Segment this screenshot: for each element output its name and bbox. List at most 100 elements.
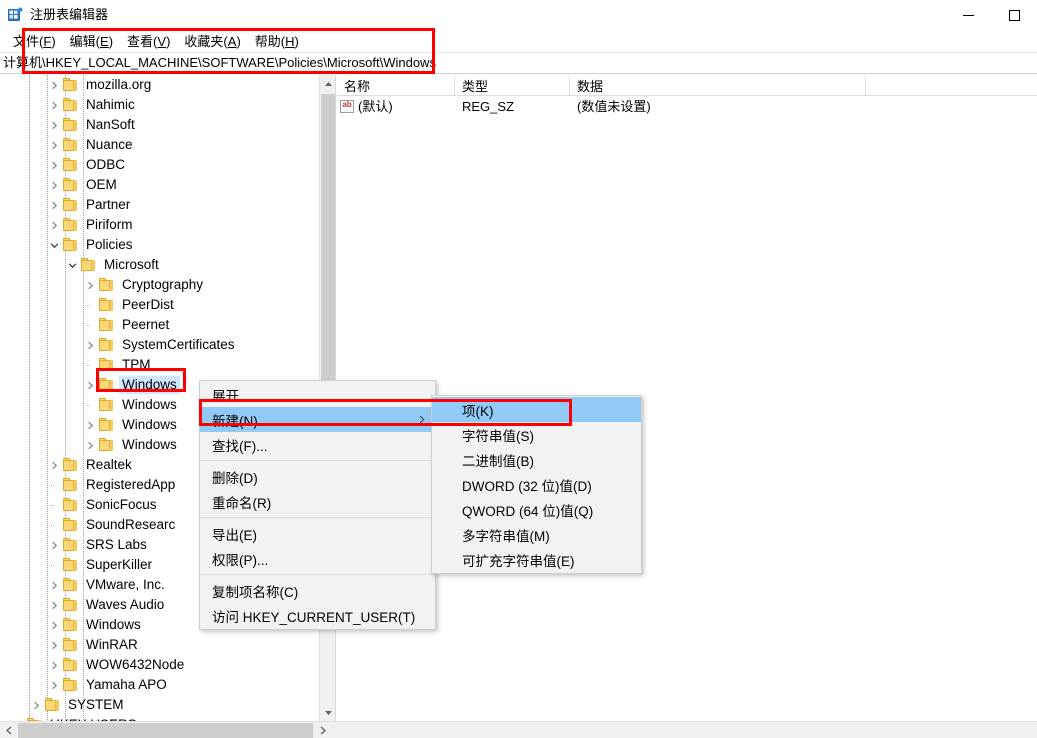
tree-item-label: ODBC [86, 157, 126, 172]
horizontal-scroll-thumb[interactable] [18, 723, 313, 738]
scroll-down-icon[interactable] [320, 704, 335, 721]
tree-item[interactable]: ODBC [0, 155, 320, 175]
scroll-up-icon[interactable] [320, 75, 335, 92]
address-bar[interactable]: 计算机\HKEY_LOCAL_MACHINE\SOFTWARE\Policies… [0, 52, 1037, 74]
tree-item[interactable]: SystemCertificates [0, 335, 320, 355]
submenu-item[interactable]: 可扩充字符串值(E) [432, 547, 641, 572]
folder-icon [62, 458, 79, 472]
tree-item[interactable]: PeerDist [0, 295, 320, 315]
chevron-right-icon[interactable] [82, 377, 98, 393]
column-header-name[interactable]: 名称 [337, 75, 455, 96]
chevron-right-icon[interactable] [82, 437, 98, 453]
column-header-type[interactable]: 类型 [455, 75, 570, 96]
chevron-right-icon[interactable] [46, 577, 62, 593]
tree-item-label: SonicFocus [86, 497, 157, 512]
submenu-item[interactable]: QWORD (64 位)值(Q) [432, 497, 641, 522]
folder-icon [62, 558, 79, 572]
tree-item[interactable]: Policies [0, 235, 320, 255]
tree-item-label: SystemCertificates [122, 337, 235, 352]
new-submenu[interactable]: 项(K) 字符串值(S) 二进制值(B) DWORD (32 位)值(D) QWORD … [431, 395, 642, 574]
chevron-right-icon[interactable] [46, 677, 62, 693]
context-menu-item[interactable]: 查找(F)... [200, 432, 435, 457]
scroll-right-icon[interactable] [314, 722, 331, 738]
submenu-item[interactable]: 项(K) [432, 397, 641, 422]
chevron-right-icon[interactable] [46, 537, 62, 553]
tree-item[interactable]: TPM [0, 355, 320, 375]
tree-item[interactable]: Yamaha APO [0, 675, 320, 695]
tree-item-label: Yamaha APO [86, 677, 167, 692]
tree-item[interactable]: Nahimic [0, 95, 320, 115]
chevron-right-icon[interactable] [46, 157, 62, 173]
folder-icon [62, 578, 79, 592]
tree-item-label: WOW6432Node [86, 657, 185, 672]
context-menu-item[interactable]: 新建(N) [200, 407, 435, 432]
chevron-right-icon[interactable] [46, 77, 62, 93]
chevron-right-icon[interactable] [46, 177, 62, 193]
submenu-item[interactable]: 二进制值(B) [432, 447, 641, 472]
folder-icon [62, 538, 79, 552]
chevron-right-icon[interactable] [46, 197, 62, 213]
tree-item[interactable]: WOW6432Node [0, 655, 320, 675]
chevron-right-icon[interactable] [82, 277, 98, 293]
chevron-right-icon[interactable] [46, 137, 62, 153]
chevron-right-icon[interactable] [46, 617, 62, 633]
chevron-right-icon[interactable] [46, 117, 62, 133]
column-header-data[interactable]: 数据 [570, 75, 866, 96]
context-menu-item-label: 访问 HKEY_CURRENT_USER(T) [212, 609, 416, 625]
chevron-right-icon[interactable] [82, 337, 98, 353]
values-header-row: 名称 类型 数据 [337, 75, 1037, 96]
folder-icon [80, 258, 97, 272]
context-menu-item[interactable]: 访问 HKEY_CURRENT_USER(T) [200, 603, 435, 628]
folder-icon [62, 638, 79, 652]
tree-item[interactable]: mozilla.org [0, 75, 320, 95]
maximize-button[interactable] [991, 0, 1037, 30]
chevron-down-icon[interactable] [64, 257, 80, 273]
submenu-item[interactable]: DWORD (32 位)值(D) [432, 472, 641, 497]
tree-item[interactable]: SYSTEM [0, 695, 320, 715]
tree-item[interactable]: Peernet [0, 315, 320, 335]
context-menu-item[interactable]: 复制项名称(C) [200, 578, 435, 603]
chevron-right-icon[interactable] [28, 697, 44, 713]
folder-icon [62, 478, 79, 492]
context-menu[interactable]: 展开 新建(N) 查找(F)... 删除(D) 重命名(R) 导出(E) 权限(P)... 复… [199, 380, 436, 630]
menu-help[interactable]: 帮助(H) [248, 32, 306, 51]
tree-item[interactable]: Cryptography [0, 275, 320, 295]
folder-icon [98, 358, 115, 372]
tree-item[interactable]: NanSoft [0, 115, 320, 135]
tree-item[interactable]: OEM [0, 175, 320, 195]
menu-file[interactable]: 文件(F) [6, 32, 63, 51]
submenu-item-label: 字符串值(S) [462, 428, 534, 444]
chevron-right-icon[interactable] [46, 457, 62, 473]
tree-item-label: Peernet [122, 317, 170, 332]
horizontal-scrollbar[interactable] [0, 721, 1037, 738]
chevron-down-icon[interactable] [46, 237, 62, 253]
menu-favorites[interactable]: 收藏夹(A) [177, 32, 247, 51]
chevron-right-icon[interactable] [46, 97, 62, 113]
submenu-item[interactable]: 多字符串值(M) [432, 522, 641, 547]
chevron-right-icon[interactable] [46, 217, 62, 233]
table-row[interactable]: ab (默认) REG_SZ (数值未设置) [337, 96, 1037, 117]
chevron-right-icon[interactable] [46, 637, 62, 653]
chevron-right-icon[interactable] [46, 657, 62, 673]
tree-item[interactable]: Partner [0, 195, 320, 215]
context-menu-item[interactable]: 权限(P)... [200, 546, 435, 571]
tree-item-label: Cryptography [122, 277, 204, 292]
context-menu-item[interactable]: 删除(D) [200, 464, 435, 489]
tree-item[interactable]: Microsoft [0, 255, 320, 275]
context-menu-item[interactable]: 导出(E) [200, 521, 435, 546]
folder-icon [62, 78, 79, 92]
submenu-item[interactable]: 字符串值(S) [432, 422, 641, 447]
context-menu-item[interactable]: 重命名(R) [200, 489, 435, 514]
context-menu-item[interactable]: 展开 [200, 382, 435, 407]
chevron-right-icon[interactable] [46, 597, 62, 613]
minimize-button[interactable] [945, 0, 991, 30]
context-menu-item-label: 复制项名称(C) [212, 584, 299, 600]
folder-icon [98, 278, 115, 292]
tree-item[interactable]: Piriform [0, 215, 320, 235]
menu-view[interactable]: 查看(V) [120, 32, 177, 51]
scroll-left-icon[interactable] [0, 722, 17, 738]
tree-item[interactable]: WinRAR [0, 635, 320, 655]
chevron-right-icon[interactable] [82, 417, 98, 433]
tree-item[interactable]: Nuance [0, 135, 320, 155]
menu-edit[interactable]: 编辑(E) [63, 32, 120, 51]
